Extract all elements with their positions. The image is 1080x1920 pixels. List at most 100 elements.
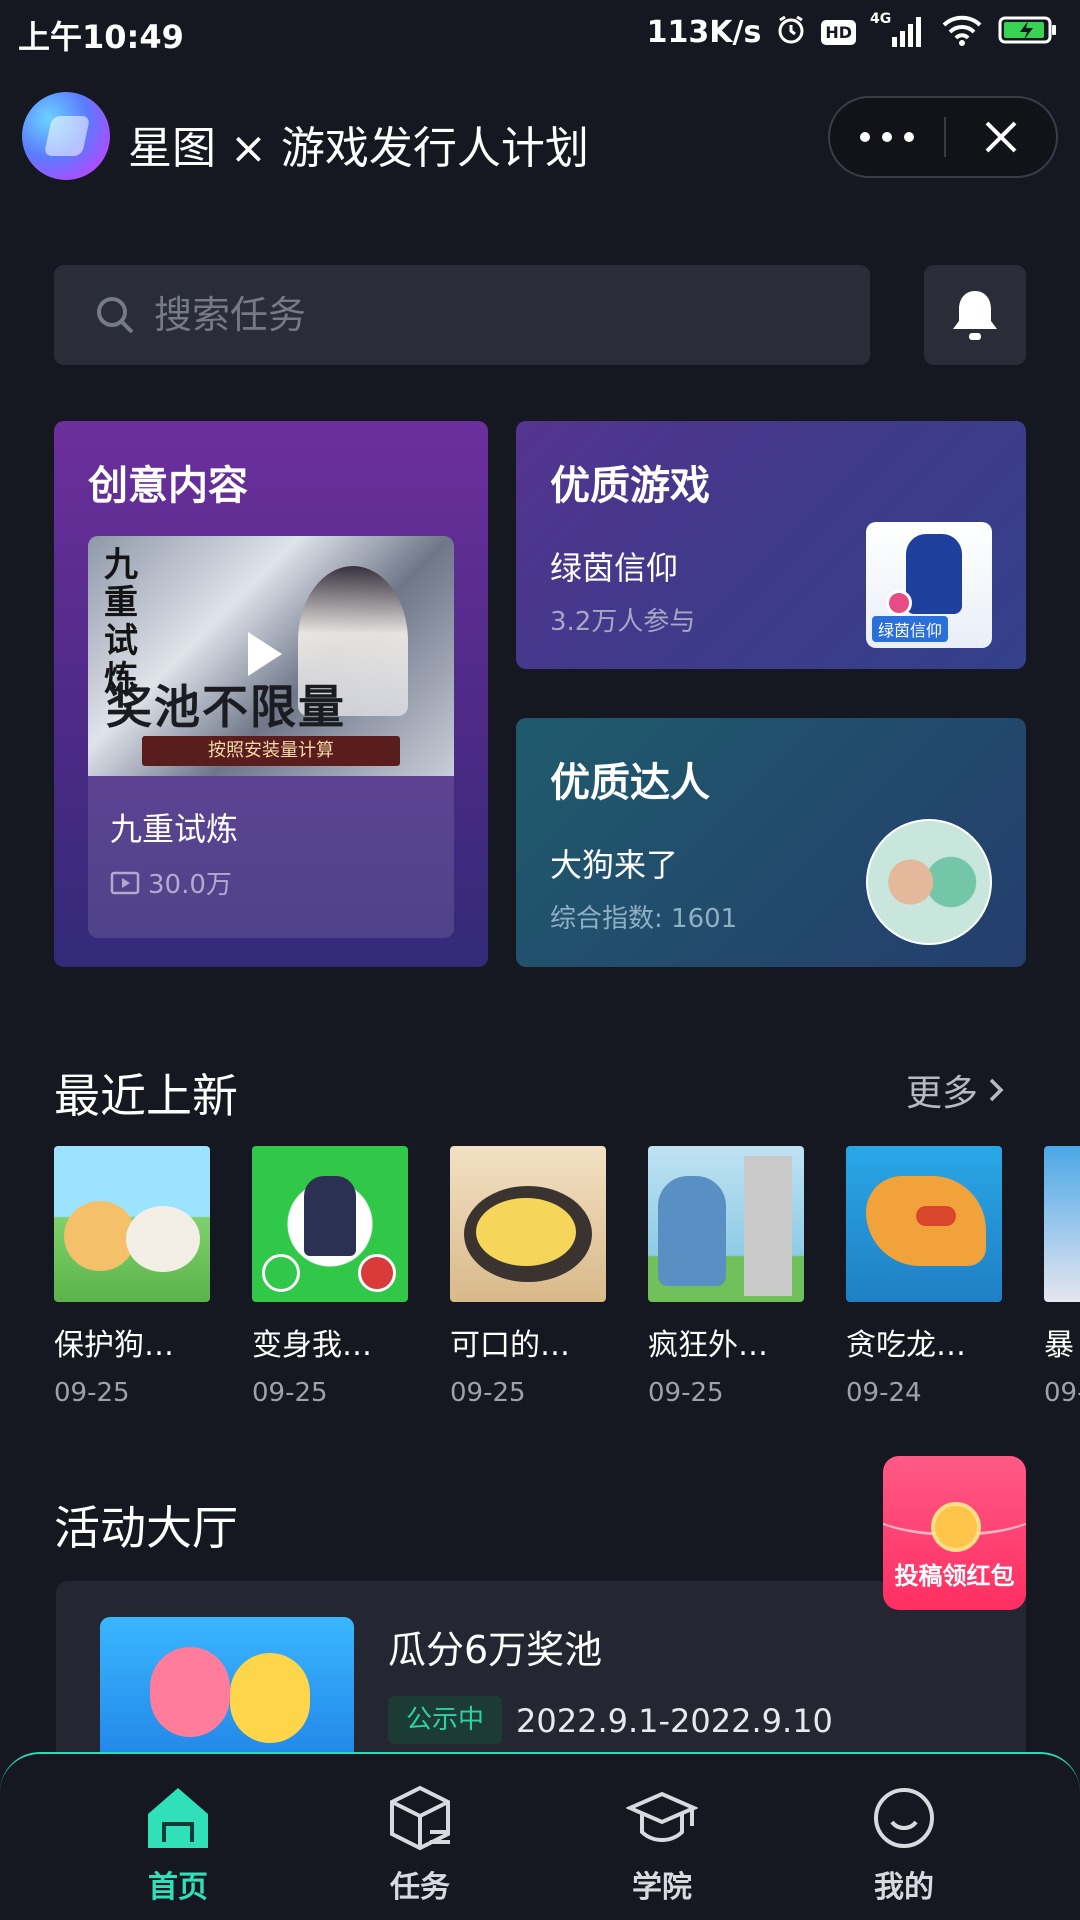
thumb-character — [150, 1647, 230, 1737]
status-time: 上午10:49 — [18, 18, 184, 56]
hero-shape — [304, 1176, 356, 1256]
nav-task[interactable]: 任务 — [320, 1754, 520, 1920]
page-title: 星图 × 游戏发行人计划 — [128, 123, 589, 174]
more-button[interactable] — [830, 98, 944, 176]
section-title-activity: 活动大厅 — [54, 1501, 238, 1555]
video-title: 九重试炼 — [110, 810, 239, 848]
activity-title: 瓜分6万奖池 — [388, 1628, 603, 1672]
game-icon — [252, 1146, 408, 1302]
home-icon — [148, 1788, 208, 1848]
bell-icon — [953, 291, 997, 340]
talent-name: 大狗来了 — [550, 846, 679, 884]
coin-icon — [931, 1502, 981, 1552]
avatar — [866, 819, 992, 945]
wifi-icon — [940, 14, 984, 50]
tower-shape — [744, 1156, 792, 1296]
nav-label: 首页 — [148, 1870, 208, 1905]
creative-video-item[interactable]: 九重试炼 奖池不限量 按照安装量计算 九重试炼 30.0万 — [88, 536, 454, 938]
game-name: 保护狗… — [54, 1328, 174, 1363]
graduation-cap-icon — [626, 1791, 698, 1843]
recent-games-list: 保护狗… 09-25 变身我… 09-25 可口的… 09-25 疯狂外… 09… — [54, 1146, 1080, 1406]
game-participants: 3.2万人参与 — [550, 607, 696, 637]
list-item[interactable]: 暴 09- — [1044, 1146, 1080, 1406]
mini-program-capsule — [828, 96, 1058, 178]
list-item[interactable]: 保护狗… 09-25 — [54, 1146, 210, 1406]
search-icon — [97, 297, 134, 334]
more-dot — [882, 132, 892, 142]
submit-red-packet-button[interactable]: 投稿领红包 — [883, 1456, 1026, 1610]
game-date: 09-25 — [54, 1378, 130, 1406]
list-item[interactable]: 变身我… 09-25 — [252, 1146, 408, 1406]
search-input[interactable] — [154, 293, 754, 337]
creative-content-card[interactable]: 创意内容 九重试炼 奖池不限量 按照安装量计算 九重试炼 30.0万 — [54, 421, 488, 967]
game-name: 贪吃龙… — [846, 1328, 966, 1363]
more-link[interactable]: 更多 — [906, 1064, 1006, 1116]
video-icon — [110, 871, 140, 894]
sheep-shape — [126, 1206, 200, 1272]
status-badge: 公示中 — [388, 1696, 503, 1744]
nav-label: 学院 — [632, 1870, 692, 1905]
app-logo — [22, 92, 110, 180]
more-dots-icon — [860, 132, 870, 142]
bottom-nav: 首页 任务 学院 我的 — [0, 1752, 1080, 1920]
character-shape — [658, 1176, 726, 1286]
answer-call-icon — [262, 1254, 300, 1292]
game-name: 可口的… — [450, 1328, 570, 1363]
game-icon — [54, 1146, 210, 1302]
search-bar[interactable] — [54, 265, 870, 365]
card-title: 优质游戏 — [550, 463, 710, 509]
thumb-subtitle: 按照安装量计算 — [142, 736, 400, 766]
nav-home[interactable]: 首页 — [78, 1754, 278, 1920]
notification-button[interactable] — [924, 265, 1026, 365]
card-title: 优质达人 — [550, 760, 710, 806]
nav-label: 我的 — [874, 1870, 934, 1905]
close-icon — [985, 121, 1017, 153]
thumb-label: 绿茵信仰 — [872, 616, 949, 642]
badge-label: 投稿领红包 — [894, 1562, 1015, 1590]
game-date: 09-25 — [450, 1378, 526, 1406]
status-indicators: 113K/s HD 4G — [646, 11, 1058, 52]
more-dot — [904, 132, 914, 142]
cell-signal-icon: 4G — [870, 11, 926, 49]
quality-game-card[interactable]: 优质游戏 绿茵信仰 3.2万人参与 绿茵信仰 — [516, 421, 1026, 669]
thumb-ball — [886, 590, 912, 616]
alarm-icon — [775, 14, 807, 50]
nav-profile[interactable]: 我的 — [804, 1754, 1004, 1920]
game-icon — [450, 1146, 606, 1302]
egg-shape — [476, 1198, 576, 1266]
profile-smile-icon — [874, 1788, 934, 1848]
game-name: 绿茵信仰 — [550, 549, 679, 587]
thumb-slogan: 奖池不限量 — [106, 680, 346, 734]
card-title: 创意内容 — [88, 463, 248, 509]
game-date: 09-25 — [648, 1378, 724, 1406]
activity-thumbnail — [100, 1617, 354, 1771]
nav-academy[interactable]: 学院 — [562, 1754, 762, 1920]
close-button[interactable] — [946, 98, 1056, 176]
net-speed: 113K/s — [646, 14, 762, 50]
game-icon — [648, 1146, 804, 1302]
game-date: 09-25 — [252, 1378, 328, 1406]
game-name: 变身我… — [252, 1328, 372, 1363]
view-count: 30.0万 — [148, 870, 232, 900]
thumb-character — [230, 1653, 310, 1743]
list-item[interactable]: 可口的… 09-25 — [450, 1146, 606, 1406]
quality-talent-card[interactable]: 优质达人 大狗来了 综合指数: 1601 — [516, 718, 1026, 967]
more-label: 更多 — [906, 1073, 979, 1114]
game-icon — [846, 1146, 1002, 1302]
dragon-mouth-shape — [916, 1206, 956, 1226]
video-thumbnail: 九重试炼 奖池不限量 按照安装量计算 — [88, 536, 454, 776]
nav-label: 任务 — [390, 1870, 450, 1905]
task-box-icon — [390, 1785, 450, 1851]
hd-badge: HD — [821, 19, 856, 45]
game-name: 疯狂外… — [648, 1328, 768, 1363]
game-date: 09-24 — [846, 1378, 922, 1406]
section-title-recent: 最近上新 — [54, 1069, 238, 1123]
list-item[interactable]: 贪吃龙… 09-24 — [846, 1146, 1002, 1406]
decline-call-icon — [358, 1254, 396, 1292]
list-item[interactable]: 疯狂外… 09-25 — [648, 1146, 804, 1406]
activity-item[interactable]: 瓜分6万奖池 公示中 2022.9.1-2022.9.10 — [56, 1581, 1026, 1771]
thumb-player — [906, 534, 962, 614]
play-icon[interactable] — [248, 632, 282, 676]
game-icon — [1044, 1146, 1080, 1302]
game-name: 暴 — [1044, 1328, 1074, 1363]
